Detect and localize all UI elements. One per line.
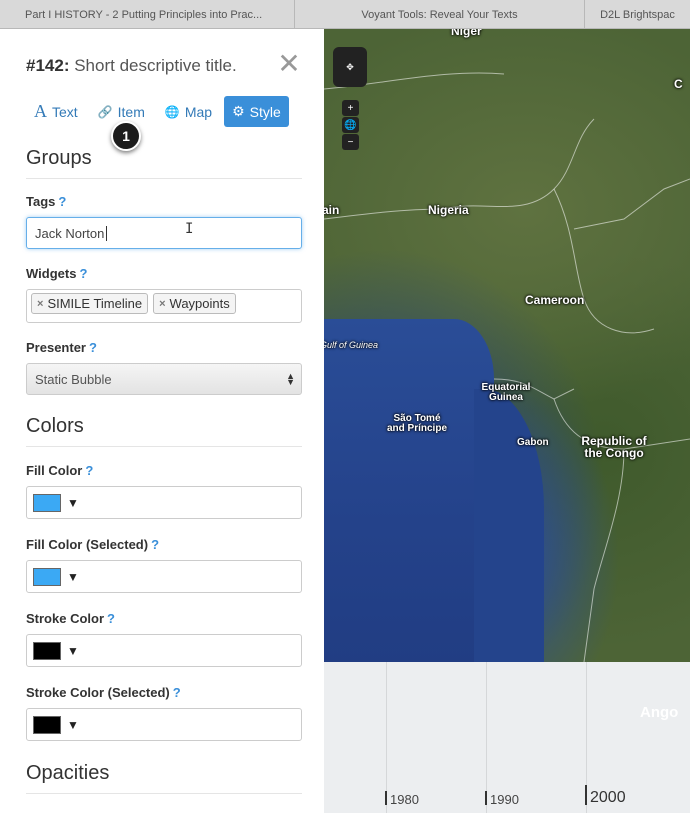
map-zoom-out-button[interactable]: − xyxy=(342,134,359,150)
tab-style[interactable]: ⚙ Style xyxy=(224,96,289,127)
map-label-gabon: Gabon xyxy=(517,437,549,448)
map-label-partial-c: C xyxy=(674,77,683,91)
text-icon: A xyxy=(34,101,47,121)
browser-tab-d2l[interactable]: D2L Brightspac xyxy=(585,0,690,29)
style-editor-panel: #142: Short descriptive title. ✕ A Text … xyxy=(5,29,324,813)
timeline-tick xyxy=(385,791,387,805)
ibeam-cursor-icon: I xyxy=(185,221,194,237)
fill-color-selected-label: Fill Color (Selected)? xyxy=(26,537,160,552)
dropdown-arrow-icon: ▼ xyxy=(67,495,79,510)
map-label-sao-tome: São Tomé and Príncipe xyxy=(386,413,447,434)
color-swatch xyxy=(33,493,61,512)
colors-heading: Colors xyxy=(26,415,302,447)
presenter-select[interactable]: Static Bubble ▲ ▼ xyxy=(26,363,302,395)
dropdown-arrow-icon: ▼ xyxy=(67,569,79,584)
widget-chip-simile-timeline: × SIMILE Timeline xyxy=(31,293,149,314)
item-id: #142: xyxy=(26,56,70,75)
browser-tab-voyant[interactable]: Voyant Tools: Reveal Your Texts xyxy=(295,0,585,29)
text-caret xyxy=(106,225,108,241)
widgets-field[interactable]: × SIMILE Timeline × Waypoints xyxy=(26,289,302,323)
dropdown-arrow-icon: ▼ xyxy=(67,717,79,732)
browser-tab-strip: Part I HISTORY - 2 Putting Principles in… xyxy=(0,0,690,29)
color-swatch xyxy=(33,715,61,734)
presenter-help-icon[interactable]: ? xyxy=(89,340,97,355)
fill-color-selected-help-icon[interactable]: ? xyxy=(151,537,159,552)
stroke-color-selected-picker[interactable]: ▼ xyxy=(26,708,302,741)
color-swatch xyxy=(33,641,61,660)
fill-color-picker[interactable]: ▼ xyxy=(26,486,302,519)
tags-input[interactable]: Jack Norton xyxy=(26,217,302,249)
tags-label: Tags? xyxy=(26,194,67,209)
link-icon: 🔗 xyxy=(97,104,113,119)
tab-text[interactable]: A Text xyxy=(26,96,86,127)
stroke-color-selected-label: Stroke Color (Selected)? xyxy=(26,685,181,700)
gear-icon: ⚙ xyxy=(232,103,245,119)
timeline-tick xyxy=(585,785,587,805)
color-swatch xyxy=(33,567,61,586)
widget-chip-waypoints: × Waypoints xyxy=(153,293,236,314)
map-label-equatorial-guinea: Equatorial Guinea xyxy=(481,382,531,403)
map-label-republic-of-the-congo: Republic of the Congo xyxy=(581,434,647,460)
fill-color-selected-picker[interactable]: ▼ xyxy=(26,560,302,593)
map-label-nigeria: Nigeria xyxy=(428,203,469,217)
tab-map[interactable]: 🌐 Map xyxy=(157,96,220,127)
map-view[interactable]: Niger Nigeria ain C Cameroon Gulf of Gui… xyxy=(324,29,690,662)
map-borders xyxy=(324,72,690,662)
map-label-niger: Niger xyxy=(451,29,482,38)
fill-color-label: Fill Color? xyxy=(26,463,94,478)
stroke-color-label: Stroke Color? xyxy=(26,611,115,626)
map-label-cameroon: Cameroon xyxy=(525,293,585,307)
close-icon[interactable]: ✕ xyxy=(277,50,301,78)
stroke-color-selected-help-icon[interactable]: ? xyxy=(173,685,181,700)
globe-icon: 🌐 xyxy=(164,104,180,119)
timeline-year-1980: 1980 xyxy=(390,792,419,807)
tags-help-icon[interactable]: ? xyxy=(58,194,66,209)
widgets-help-icon[interactable]: ? xyxy=(79,266,87,281)
dropdown-arrow-icon: ▼ xyxy=(67,643,79,658)
groups-heading: Groups xyxy=(26,147,302,179)
opacities-heading: Opacities xyxy=(26,762,302,794)
timeline-tick xyxy=(485,791,487,805)
tab-text-label: Text xyxy=(52,103,78,120)
remove-icon[interactable]: × xyxy=(159,298,165,310)
remove-icon[interactable]: × xyxy=(37,298,43,310)
updown-arrows-icon: ▲ ▼ xyxy=(286,371,295,387)
fill-color-help-icon[interactable]: ? xyxy=(85,463,93,478)
map-label-gulf-of-guinea: Gulf of Guinea xyxy=(324,340,379,350)
map-pan-control[interactable]: ✥ xyxy=(333,47,367,87)
editor-tabs: A Text 🔗 Item 🌐 Map ⚙ Style xyxy=(26,96,289,127)
widgets-label: Widgets? xyxy=(26,266,88,281)
stroke-color-picker[interactable]: ▼ xyxy=(26,634,302,667)
item-title: Short descriptive title. xyxy=(74,56,237,75)
timeline-year-1990: 1990 xyxy=(490,792,519,807)
globe-icon[interactable]: 🌐 xyxy=(342,117,359,133)
tab-style-label: Style xyxy=(249,103,281,120)
tab-map-label: Map xyxy=(184,103,213,120)
map-zoom-in-button[interactable]: + xyxy=(342,100,359,116)
tab-item-label: Item xyxy=(117,103,145,120)
page-title: #142: Short descriptive title. xyxy=(26,56,237,76)
timeline[interactable]: Ango 1980 1990 2000 xyxy=(324,662,690,813)
presenter-label: Presenter? xyxy=(26,340,97,355)
stroke-color-help-icon[interactable]: ? xyxy=(107,611,115,626)
timeline-year-2000: 2000 xyxy=(590,789,626,806)
browser-tab-history[interactable]: Part I HISTORY - 2 Putting Principles in… xyxy=(0,0,295,29)
map-label-partial: ain xyxy=(324,203,340,217)
timeline-faint-label: Ango xyxy=(640,704,679,721)
